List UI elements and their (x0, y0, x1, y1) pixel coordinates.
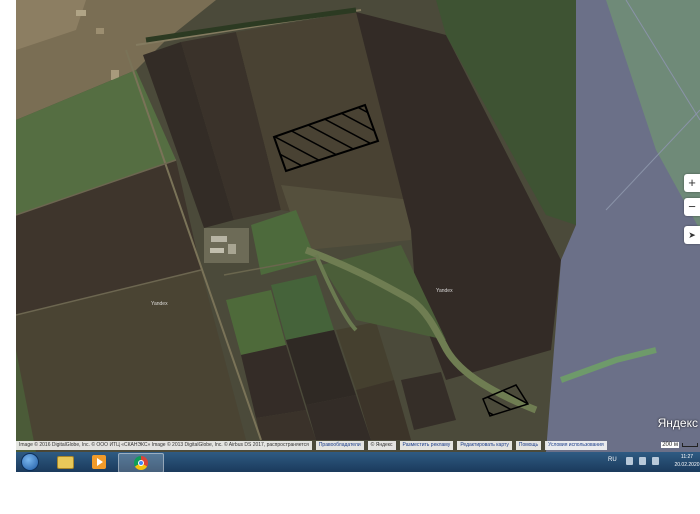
satellite-map[interactable]: Yandex Yandex + − ➤ Яндекс 200 м (16, 0, 700, 452)
volume-icon[interactable] (652, 457, 659, 465)
network-icon[interactable] (639, 457, 646, 465)
start-button[interactable] (18, 453, 42, 471)
clock-date: 20.02.2020 (674, 462, 700, 468)
terms-link[interactable]: Условия использования (545, 441, 607, 450)
folder-icon (56, 455, 74, 469)
field-label: Yandex (151, 301, 168, 307)
chrome-button[interactable] (118, 453, 164, 473)
yandex-copyright: © Яндекс (367, 441, 396, 450)
scale-bar (682, 443, 698, 447)
rights-holders-link[interactable]: Правообладатели (315, 441, 364, 450)
farm-buildings (204, 228, 249, 263)
yandex-logo: Яндекс (657, 416, 698, 430)
edit-map-link[interactable]: Редактировать карту (457, 441, 512, 450)
windows-taskbar: RU 11:27 20.02.2020 (16, 452, 700, 473)
field-label: Yandex (436, 288, 453, 294)
map-scale: 200 м (661, 440, 698, 450)
zoom-out-button[interactable]: − (684, 198, 700, 216)
map-footer: Image © 2016 DigitalGlobe, Inc. © OOO ИТ… (16, 440, 656, 451)
explorer-button[interactable] (54, 453, 76, 471)
locate-icon[interactable]: ➤ (684, 226, 700, 244)
clock-time: 11:27 (680, 454, 694, 460)
windows-logo-icon (21, 453, 39, 471)
help-link[interactable]: Помощь (515, 441, 542, 450)
advertise-link[interactable]: Разместить рекламу (399, 441, 454, 450)
satellite-imagery: Yandex Yandex (16, 0, 700, 452)
system-clock[interactable]: 11:27 20.02.2020 (672, 453, 700, 469)
attribution-text: Image © 2016 DigitalGlobe, Inc. © OOO ИТ… (16, 441, 312, 450)
scale-label: 200 м (661, 442, 679, 448)
language-indicator[interactable]: RU (608, 457, 617, 463)
media-player-button[interactable] (88, 453, 110, 471)
media-player-icon (92, 455, 106, 469)
tray-flag-icon[interactable] (626, 457, 633, 465)
chrome-icon (134, 456, 148, 470)
zoom-in-button[interactable]: + (684, 174, 700, 192)
